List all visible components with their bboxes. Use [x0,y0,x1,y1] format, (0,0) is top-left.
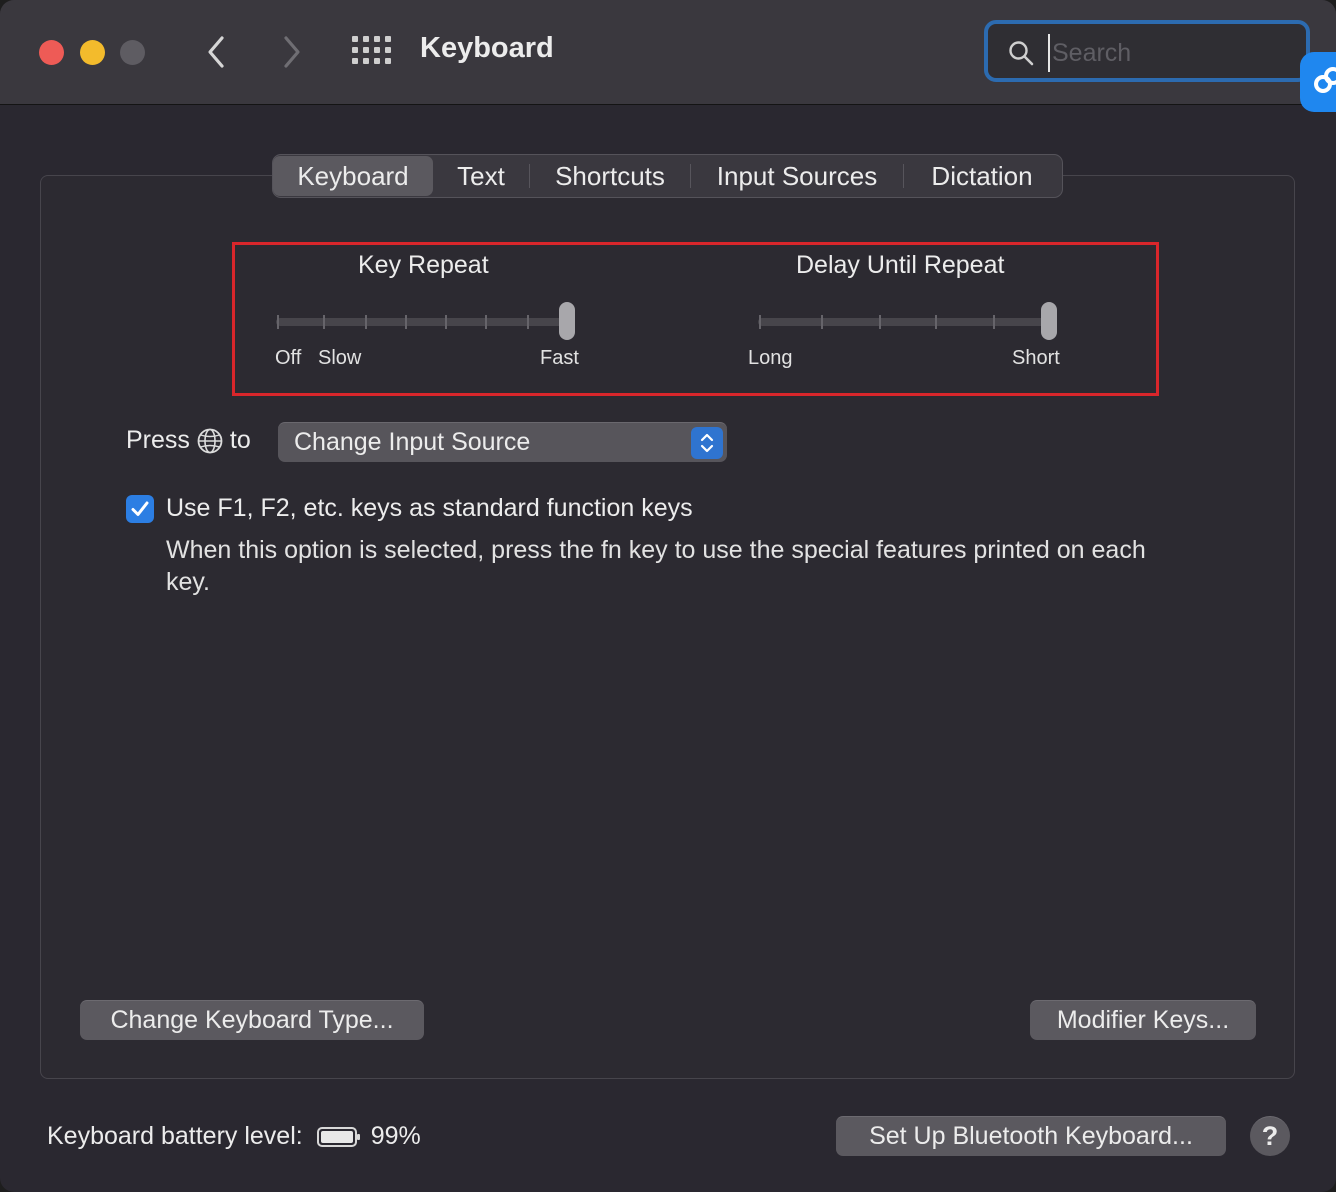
close-button[interactable] [39,40,64,65]
globe-key-action-value: Change Input Source [294,428,531,456]
key-repeat-slow-label: Slow [318,347,362,369]
delay-long-label: Long [748,347,793,369]
slider-tick [759,315,761,329]
search-input[interactable] [1048,34,1294,72]
tab-input-sources[interactable]: Input Sources [691,156,903,196]
tab-keyboard[interactable]: Keyboard [273,156,433,196]
slider-tick [277,315,279,329]
key-repeat-title: Key Repeat [358,251,489,279]
keyboard-preferences-window: Keyboard Keyboard Text Shortcuts Input S… [0,0,1336,1192]
to-text: to [229,426,251,454]
slider-tick [879,315,881,329]
press-text: Press [126,426,190,454]
chevron-left-icon [208,36,224,68]
battery-percent: 99% [370,1122,421,1150]
globe-icon [197,428,223,453]
change-keyboard-type-button[interactable]: Change Keyboard Type... [80,1000,424,1040]
slider-tick [821,315,823,329]
fn-keys-checkbox[interactable] [126,495,154,523]
press-globe-label: Press to [126,426,251,455]
battery-status: Keyboard battery level: 99% [47,1122,421,1151]
chevron-up-down-icon [700,433,714,453]
slider-tick [323,315,325,329]
key-repeat-off-label: Off [275,347,302,369]
fn-keys-description: When this option is selected, press the … [166,536,1146,596]
tab-bar: Keyboard Text Shortcuts Input Sources Di… [272,154,1063,198]
zoom-button[interactable] [120,40,145,65]
key-repeat-fast-label: Fast [540,347,579,369]
slider-tick [527,315,529,329]
chevron-right-icon [284,36,300,68]
show-all-grid-icon[interactable] [352,36,391,66]
fn-keys-label[interactable]: Use F1, F2, etc. keys as standard functi… [166,494,693,523]
battery-nub [356,1133,360,1140]
battery-icon [316,1126,360,1147]
slider-tick [405,315,407,329]
back-button[interactable] [196,28,236,76]
slider-tick [445,315,447,329]
tab-text[interactable]: Text [433,156,529,196]
help-button[interactable]: ? [1250,1116,1290,1156]
slider-tick [485,315,487,329]
title-bar: Keyboard [0,0,1336,105]
floating-app-badge[interactable] [1300,52,1336,112]
slider-tick [935,315,937,329]
search-field[interactable] [984,20,1310,82]
slider-tick [365,315,367,329]
minimize-button[interactable] [80,40,105,65]
delay-until-repeat-title: Delay Until Repeat [796,251,1005,279]
checkmark-icon [131,501,149,516]
slider-tick [993,315,995,329]
key-repeat-knob[interactable] [559,302,575,340]
popup-arrows[interactable] [691,427,723,459]
link-icon [1314,67,1336,93]
tab-dictation[interactable]: Dictation [904,156,1060,196]
battery-label: Keyboard battery level: [47,1122,303,1150]
set-up-bluetooth-keyboard-button[interactable]: Set Up Bluetooth Keyboard... [836,1116,1226,1156]
delay-until-repeat-knob[interactable] [1041,302,1057,340]
delay-track[interactable] [758,318,1056,326]
delay-short-label: Short [1012,347,1060,369]
modifier-keys-button[interactable]: Modifier Keys... [1030,1000,1256,1040]
window-title: Keyboard [420,32,554,64]
globe-key-action-popup[interactable]: Change Input Source [278,422,727,462]
forward-button[interactable] [272,28,312,76]
tab-shortcuts[interactable]: Shortcuts [530,156,690,196]
battery-fill [320,1130,353,1143]
search-icon [1009,41,1034,66]
